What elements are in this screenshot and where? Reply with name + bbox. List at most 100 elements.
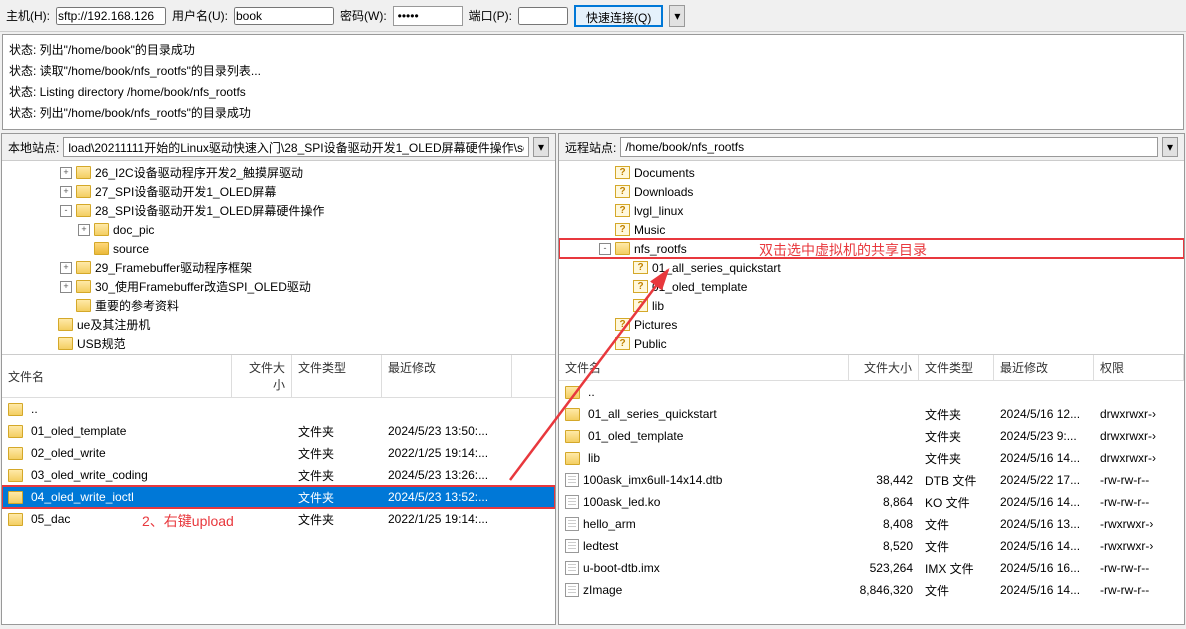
- tree-item[interactable]: ?01_all_series_quickstart: [559, 258, 1184, 277]
- unknown-folder-icon: ?: [615, 337, 630, 350]
- remote-path-dropdown[interactable]: ▾: [1162, 137, 1178, 157]
- file-name: ..: [588, 385, 595, 399]
- tree-item[interactable]: ?Public: [559, 334, 1184, 353]
- file-size: [232, 407, 292, 411]
- port-input[interactable]: [518, 7, 568, 25]
- folder-icon: [58, 318, 73, 331]
- list-item[interactable]: 100ask_led.ko8,864KO 文件2024/5/16 14...-r…: [559, 491, 1184, 513]
- tree-item-label: ue及其注册机: [77, 316, 150, 333]
- list-item[interactable]: hello_arm8,408文件2024/5/16 13...-rwxrwxr-…: [559, 513, 1184, 535]
- col-name[interactable]: 文件名: [2, 355, 232, 397]
- file-date: 2024/5/23 9:...: [994, 427, 1094, 445]
- password-input[interactable]: [393, 6, 463, 26]
- tree-item[interactable]: ?Pictures: [559, 315, 1184, 334]
- file-size: [232, 429, 292, 433]
- file-icon: [565, 495, 579, 509]
- expand-toggle[interactable]: -: [60, 205, 72, 217]
- tree-item-label: lvgl_linux: [634, 204, 683, 218]
- list-item[interactable]: u-boot-dtb.imx523,264IMX 文件2024/5/16 16.…: [559, 557, 1184, 579]
- file-type: 文件夹: [292, 509, 382, 530]
- file-name: zImage: [583, 583, 622, 597]
- local-file-list[interactable]: 文件名 文件大小 文件类型 最近修改 ..01_oled_template文件夹…: [2, 355, 555, 624]
- list-item[interactable]: 01_oled_template文件夹2024/5/23 9:...drwxrw…: [559, 425, 1184, 447]
- list-item[interactable]: 03_oled_write_coding文件夹2024/5/23 13:26:.…: [2, 464, 555, 486]
- file-perm: -rwxrwxr-›: [1094, 515, 1184, 533]
- file-size: 523,264: [849, 559, 919, 577]
- col-type[interactable]: 文件类型: [919, 355, 994, 380]
- list-item[interactable]: ledtest8,520文件2024/5/16 14...-rwxrwxr-›: [559, 535, 1184, 557]
- tree-item[interactable]: +30_使用Framebuffer改造SPI_OLED驱动: [2, 277, 555, 296]
- file-name: 01_all_series_quickstart: [588, 407, 717, 421]
- folder-icon: [76, 185, 91, 198]
- tree-item[interactable]: ?Music: [559, 220, 1184, 239]
- list-item[interactable]: zImage8,846,320文件2024/5/16 14...-rw-rw-r…: [559, 579, 1184, 601]
- local-path-dropdown[interactable]: ▾: [533, 137, 549, 157]
- col-perm[interactable]: 权限: [1094, 355, 1184, 380]
- tree-item[interactable]: 重要的参考资料: [2, 296, 555, 315]
- tree-item[interactable]: source: [2, 239, 555, 258]
- tree-item[interactable]: ?lib: [559, 296, 1184, 315]
- col-type[interactable]: 文件类型: [292, 355, 382, 397]
- tree-item[interactable]: ?Documents: [559, 163, 1184, 182]
- tree-item-label: Downloads: [634, 185, 693, 199]
- file-name: 02_oled_write: [31, 446, 106, 460]
- quick-connect-button[interactable]: 快速连接(Q): [574, 5, 663, 27]
- tree-item[interactable]: +26_I2C设备驱动程序开发2_触摸屏驱动: [2, 163, 555, 182]
- col-date[interactable]: 最近修改: [994, 355, 1094, 380]
- quick-connect-dropdown[interactable]: ▾: [669, 5, 685, 27]
- expand-toggle[interactable]: +: [60, 262, 72, 274]
- col-size[interactable]: 文件大小: [849, 355, 919, 380]
- list-item[interactable]: 02_oled_write文件夹2022/1/25 19:14:...: [2, 442, 555, 464]
- expand-toggle[interactable]: +: [60, 186, 72, 198]
- folder-icon: [8, 491, 23, 504]
- file-date: 2022/1/25 19:14:...: [382, 510, 512, 528]
- list-item[interactable]: 01_all_series_quickstart文件夹2024/5/16 12.…: [559, 403, 1184, 425]
- tree-item[interactable]: +29_Framebuffer驱动程序框架: [2, 258, 555, 277]
- tree-item[interactable]: ?lvgl_linux: [559, 201, 1184, 220]
- expand-toggle[interactable]: +: [60, 167, 72, 179]
- file-name: lib: [588, 451, 600, 465]
- file-date: 2022/1/25 19:14:...: [382, 444, 512, 462]
- password-label: 密码(W):: [340, 7, 387, 24]
- remote-tree[interactable]: ?Documents?Downloads?lvgl_linux?Music-nf…: [559, 161, 1184, 355]
- unknown-folder-icon: ?: [615, 223, 630, 236]
- col-date[interactable]: 最近修改: [382, 355, 512, 397]
- list-item[interactable]: ..: [2, 398, 555, 420]
- local-list-header[interactable]: 文件名 文件大小 文件类型 最近修改: [2, 355, 555, 398]
- tree-item[interactable]: +27_SPI设备驱动开发1_OLED屏幕: [2, 182, 555, 201]
- tree-item-label: Documents: [634, 166, 695, 180]
- expand-toggle[interactable]: +: [78, 224, 90, 236]
- expand-toggle[interactable]: -: [599, 243, 611, 255]
- unknown-folder-icon: ?: [633, 261, 648, 274]
- file-perm: -rw-rw-r--: [1094, 493, 1184, 511]
- list-item[interactable]: 05_dac文件夹2022/1/25 19:14:...: [2, 508, 555, 530]
- file-type: 文件: [919, 514, 994, 535]
- remote-path-input[interactable]: [620, 137, 1158, 157]
- file-perm: drwxrwxr-›: [1094, 405, 1184, 423]
- col-name[interactable]: 文件名: [559, 355, 849, 380]
- list-item[interactable]: 04_oled_write_ioctl文件夹2024/5/23 13:52:..…: [2, 486, 555, 508]
- expand-toggle[interactable]: +: [60, 281, 72, 293]
- col-size[interactable]: 文件大小: [232, 355, 292, 397]
- file-name: 100ask_led.ko: [583, 495, 660, 509]
- port-label: 端口(P):: [469, 7, 512, 24]
- tree-item[interactable]: -28_SPI设备驱动开发1_OLED屏幕硬件操作: [2, 201, 555, 220]
- tree-item[interactable]: +doc_pic: [2, 220, 555, 239]
- local-path-input[interactable]: [63, 137, 529, 157]
- tree-item[interactable]: USB规范: [2, 334, 555, 353]
- file-name: 01_oled_template: [31, 424, 126, 438]
- tree-item[interactable]: ue及其注册机: [2, 315, 555, 334]
- tree-item[interactable]: ?Downloads: [559, 182, 1184, 201]
- host-input[interactable]: [56, 7, 166, 25]
- local-tree[interactable]: +26_I2C设备驱动程序开发2_触摸屏驱动+27_SPI设备驱动开发1_OLE…: [2, 161, 555, 355]
- tree-item-label: source: [113, 242, 149, 256]
- username-input[interactable]: [234, 7, 334, 25]
- tree-item[interactable]: ?01_oled_template: [559, 277, 1184, 296]
- list-item[interactable]: lib文件夹2024/5/16 14...drwxrwxr-›: [559, 447, 1184, 469]
- tree-item[interactable]: -nfs_rootfs: [559, 239, 1184, 258]
- remote-list-header[interactable]: 文件名 文件大小 文件类型 最近修改 权限: [559, 355, 1184, 381]
- list-item[interactable]: ..: [559, 381, 1184, 403]
- list-item[interactable]: 100ask_imx6ull-14x14.dtb38,442DTB 文件2024…: [559, 469, 1184, 491]
- list-item[interactable]: 01_oled_template文件夹2024/5/23 13:50:...: [2, 420, 555, 442]
- remote-file-list[interactable]: 文件名 文件大小 文件类型 最近修改 权限 .. 01_all_series_qu…: [559, 355, 1184, 624]
